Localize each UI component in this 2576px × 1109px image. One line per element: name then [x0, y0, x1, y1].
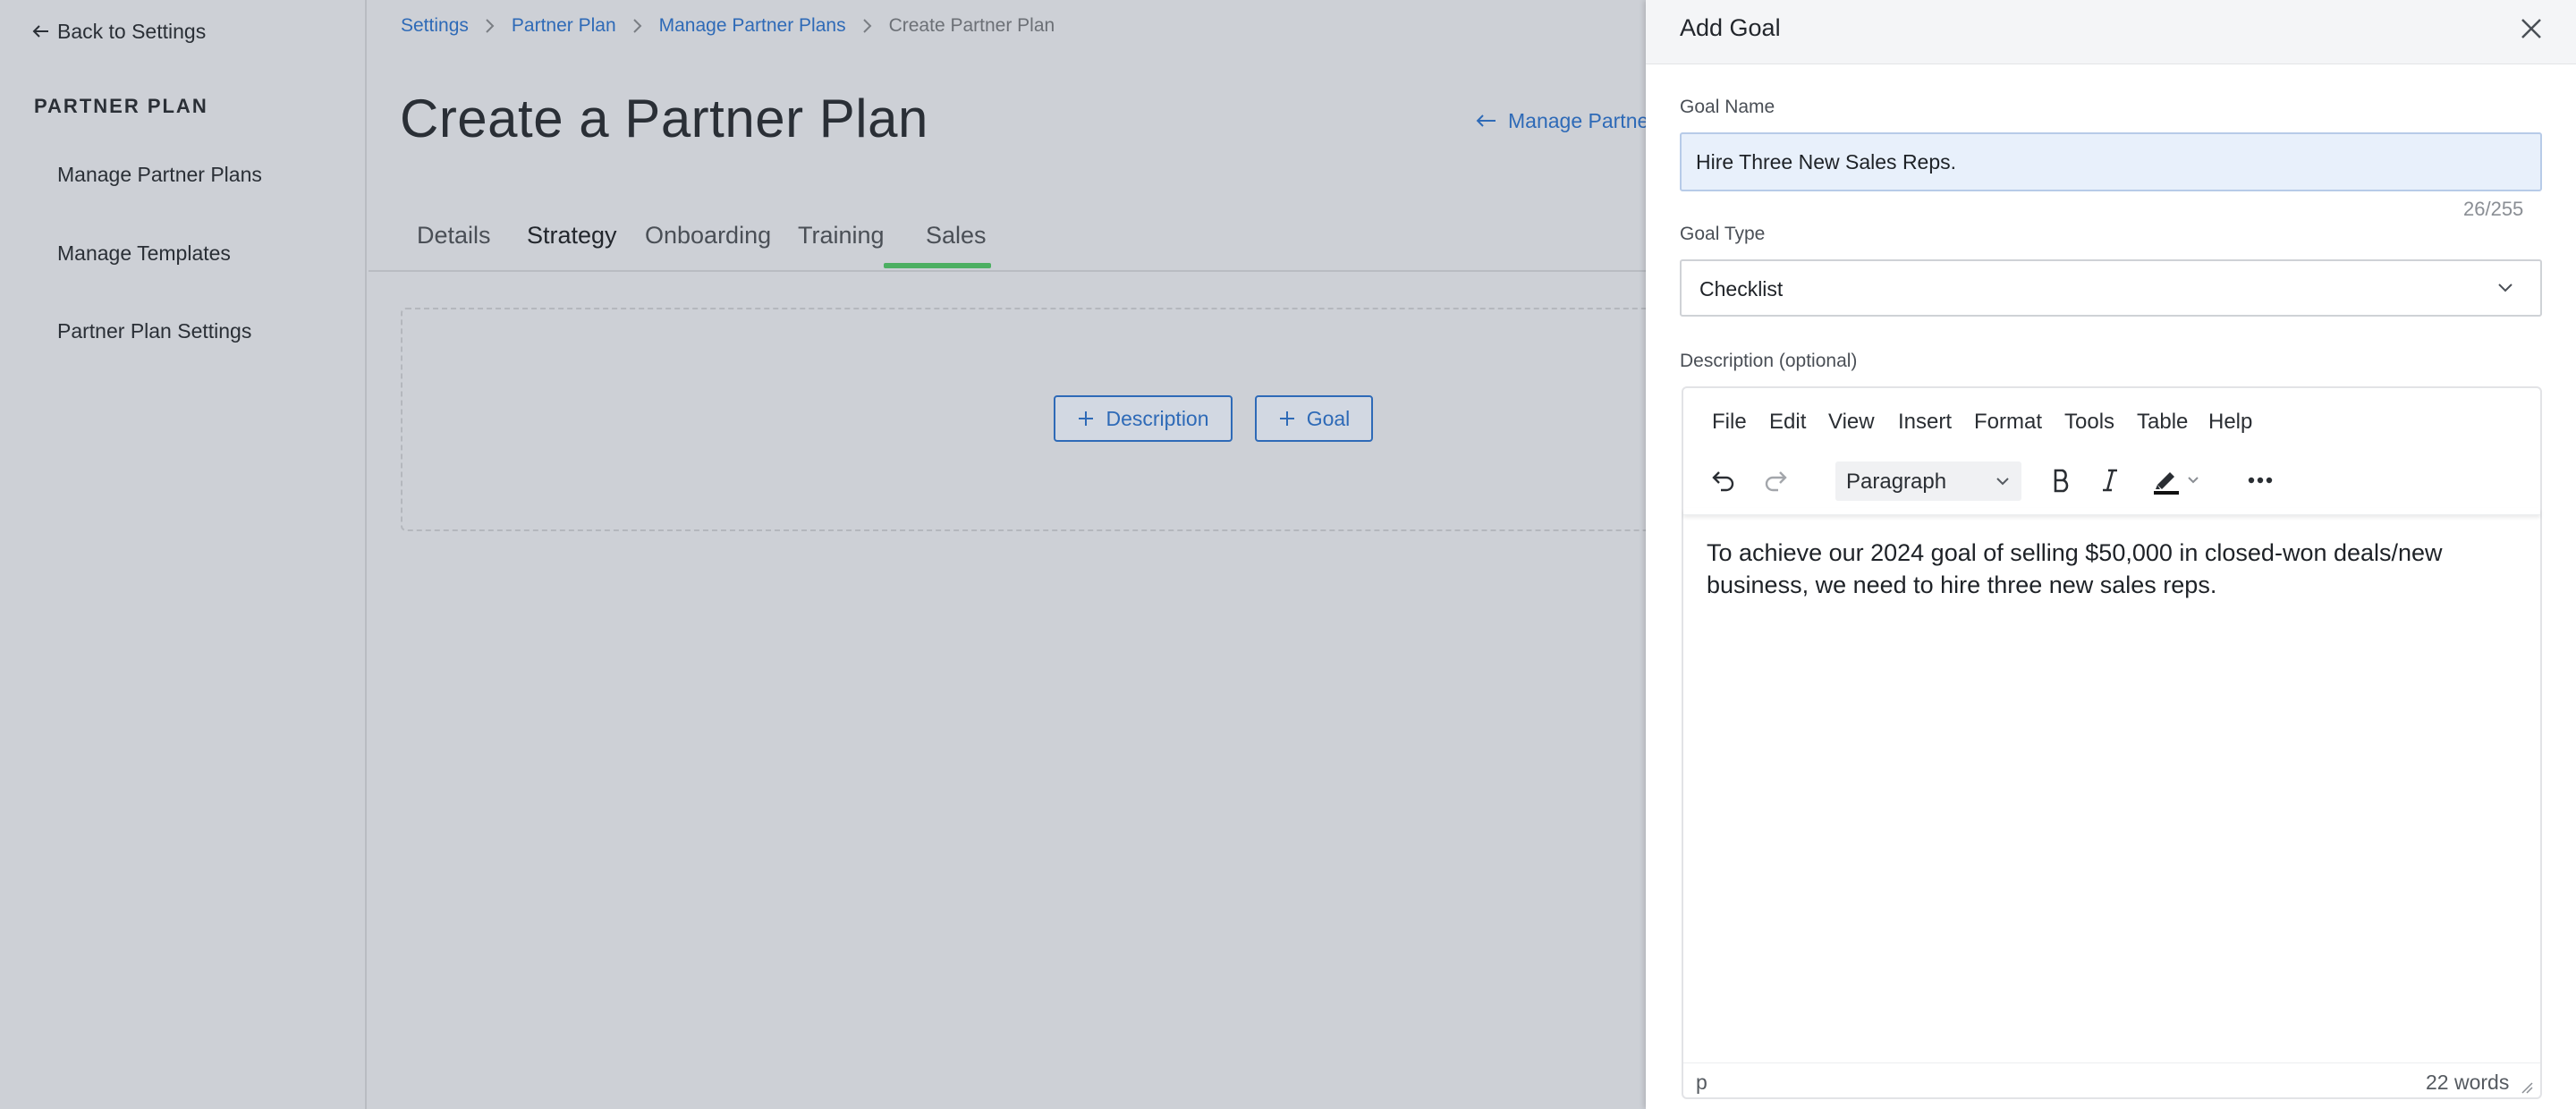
- tab-bar: Details Strategy Onboarding Training Sal…: [369, 204, 1648, 272]
- add-goal-label: Goal: [1306, 406, 1351, 430]
- arrow-left-icon: [1476, 114, 1497, 128]
- italic-button[interactable]: [2091, 461, 2129, 499]
- strategy-content-area: [401, 308, 1671, 531]
- highlighter-icon: [2150, 465, 2186, 495]
- chevron-down-icon: [2186, 474, 2200, 487]
- breadcrumb-current-page: Create Partner Plan: [888, 15, 1055, 36]
- add-goal-button[interactable]: Goal: [1255, 395, 1373, 442]
- element-path[interactable]: p: [1696, 1071, 1707, 1095]
- italic-icon: [2099, 467, 2121, 494]
- close-icon: [2520, 17, 2543, 40]
- sidebar-item-manage-partner-plans[interactable]: Manage Partner Plans: [57, 163, 262, 187]
- menu-tools[interactable]: Tools: [2064, 410, 2114, 435]
- add-description-label: Description: [1106, 406, 1209, 430]
- close-button[interactable]: [2515, 13, 2547, 45]
- menu-view[interactable]: View: [1828, 410, 1875, 435]
- rich-text-editor: File Edit View Insert Format Tools Table…: [1682, 386, 2542, 1099]
- bold-button[interactable]: [2043, 461, 2080, 499]
- highlight-color-button[interactable]: [2141, 461, 2209, 499]
- add-goal-drawer: Add Goal Goal Name 26/255 Goal Type Chec…: [1646, 0, 2576, 1109]
- resize-handle-icon[interactable]: [2521, 1081, 2533, 1094]
- tab-sales[interactable]: Sales: [926, 222, 987, 250]
- plus-icon: [1278, 410, 1296, 428]
- chevron-right-icon: [862, 18, 873, 34]
- drawer-header: Add Goal: [1646, 0, 2576, 64]
- goal-name-label: Goal Name: [1680, 97, 1775, 117]
- goal-type-select[interactable]: Checklist: [1680, 259, 2542, 317]
- editor-statusbar: p 22 words: [1683, 1062, 2540, 1098]
- bold-icon: [2050, 467, 2073, 494]
- menu-insert[interactable]: Insert: [1898, 410, 1952, 435]
- toolbar-divider: [1683, 508, 2540, 515]
- goal-name-input[interactable]: [1680, 132, 2542, 191]
- more-horizontal-icon: [2247, 476, 2274, 485]
- back-to-settings-label: Back to Settings: [57, 19, 207, 43]
- menu-edit[interactable]: Edit: [1769, 410, 1806, 435]
- breadcrumb-settings[interactable]: Settings: [401, 15, 469, 37]
- back-to-settings-link[interactable]: Back to Settings: [32, 18, 206, 45]
- redo-icon: [1762, 467, 1789, 494]
- plus-icon: [1077, 410, 1095, 428]
- tab-details[interactable]: Details: [417, 222, 491, 250]
- active-tab-indicator: [884, 263, 991, 268]
- page-title: Create a Partner Plan: [400, 89, 928, 148]
- undo-button[interactable]: [1705, 461, 1742, 499]
- redo-button[interactable]: [1757, 461, 1794, 499]
- chevron-down-icon: [2496, 277, 2515, 297]
- sidebar-item-partner-plan-settings[interactable]: Partner Plan Settings: [57, 319, 251, 343]
- sidebar: Back to Settings PARTNER PLAN Manage Par…: [0, 0, 367, 1109]
- menu-file[interactable]: File: [1712, 410, 1747, 435]
- menu-format[interactable]: Format: [1974, 410, 2042, 435]
- sidebar-item-manage-templates[interactable]: Manage Templates: [57, 241, 231, 266]
- more-options-button[interactable]: [2241, 461, 2279, 499]
- editor-content[interactable]: To achieve our 2024 goal of selling $50,…: [1707, 537, 2512, 601]
- menu-table[interactable]: Table: [2137, 410, 2188, 435]
- block-format-select[interactable]: Paragraph: [1835, 461, 2021, 501]
- goal-name-char-count: 26/255: [2463, 198, 2524, 220]
- tab-training[interactable]: Training: [798, 222, 885, 250]
- tab-onboarding[interactable]: Onboarding: [645, 222, 771, 250]
- word-count[interactable]: 22 words: [2426, 1071, 2509, 1095]
- goal-type-value: Checklist: [1699, 277, 1784, 301]
- description-label: Description (optional): [1680, 351, 1858, 371]
- add-description-button[interactable]: Description: [1054, 395, 1233, 442]
- menu-help[interactable]: Help: [2208, 410, 2252, 435]
- tab-strategy[interactable]: Strategy: [527, 222, 617, 250]
- sidebar-heading: PARTNER PLAN: [34, 95, 208, 117]
- breadcrumb: Settings Partner Plan Manage Partner Pla…: [401, 13, 1055, 39]
- manage-partner-plans-link[interactable]: Manage Partner: [1476, 107, 1656, 134]
- goal-type-label: Goal Type: [1680, 224, 1766, 244]
- breadcrumb-partner-plan[interactable]: Partner Plan: [512, 15, 616, 37]
- arrow-left-icon: [32, 24, 50, 38]
- drawer-title: Add Goal: [1680, 14, 1781, 41]
- chevron-right-icon: [485, 18, 496, 34]
- block-format-value: Paragraph: [1846, 470, 1947, 494]
- chevron-right-icon: [632, 18, 643, 34]
- breadcrumb-manage-partner-plans[interactable]: Manage Partner Plans: [659, 15, 846, 37]
- manage-link-label: Manage Partner: [1508, 108, 1656, 132]
- undo-icon: [1710, 467, 1737, 494]
- chevron-down-icon: [1995, 474, 2011, 488]
